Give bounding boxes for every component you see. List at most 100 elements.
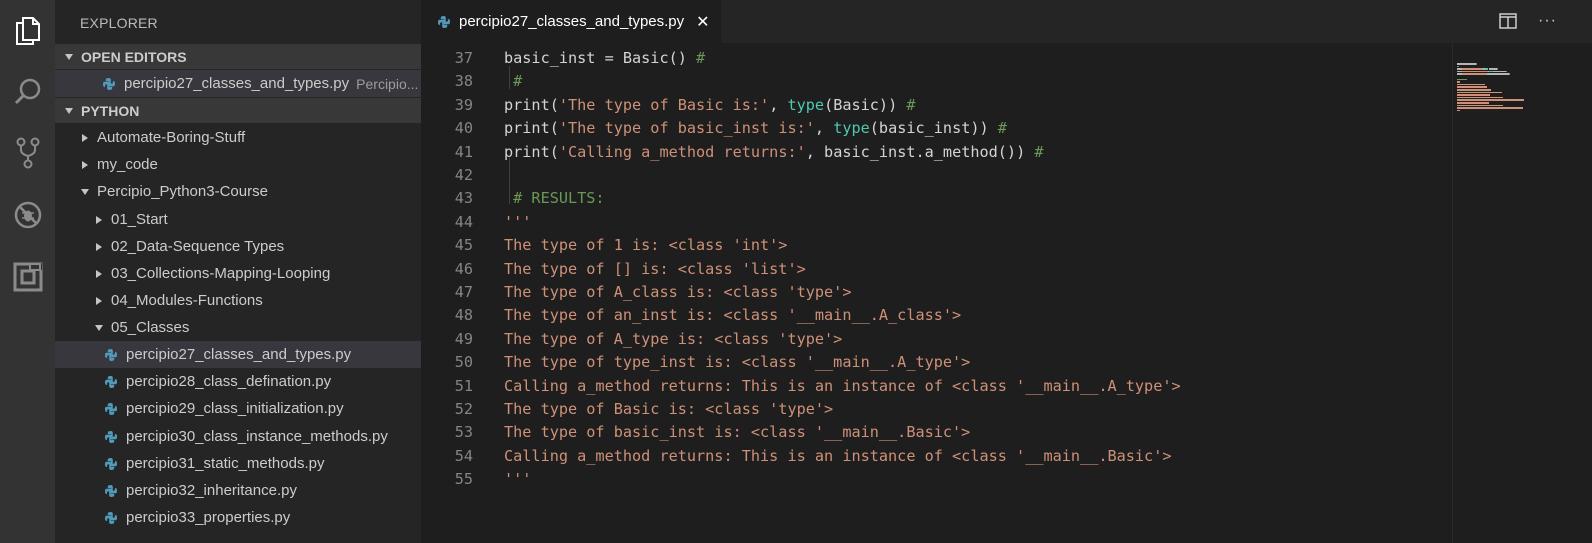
tree-file-percipio32[interactable]: percipio32_inheritance.py xyxy=(55,477,421,504)
code-text: ''' xyxy=(504,211,531,234)
split-editor-icon[interactable] xyxy=(1499,13,1517,29)
tree-item-01-start[interactable]: 01_Start xyxy=(55,206,421,233)
tree-file-percipio28[interactable]: percipio28_class_defination.py xyxy=(55,368,421,395)
tree-item-label: percipio29_class_initialization.py xyxy=(126,400,344,417)
code-editor[interactable]: 37 basic_inst = Basic() #38 #39 print('The… xyxy=(421,43,1452,543)
code-token: , basic_inst.a_method()) xyxy=(805,142,1035,161)
sidebar-title: EXPLORER xyxy=(80,15,158,31)
code-token: 'The type of basic_inst is:' xyxy=(558,119,815,138)
tree-item-04-modules[interactable]: 04_Modules-Functions xyxy=(55,287,421,314)
code-token: # xyxy=(696,49,706,67)
tree-item-05-classes[interactable]: 05_Classes xyxy=(55,314,421,341)
line-number: 38 xyxy=(454,72,473,91)
minimap-line xyxy=(1457,99,1524,101)
code-line[interactable]: 50 The type of type_inst is: <class '__ma… xyxy=(421,351,1452,374)
code-line[interactable]: 47 The type of A_class is: <class 'type'> xyxy=(421,281,1452,304)
minimap-line xyxy=(1457,83,1485,86)
tree-item-automate-boring-stuff[interactable]: Automate-Boring-Stuff xyxy=(55,124,421,151)
code-token: (basic_inst)) xyxy=(869,119,998,138)
code-token: The type of A_class is: <class 'type'> xyxy=(504,283,852,301)
explorer-sidebar: EXPLORER OPEN EDITORS percipio27_classes… xyxy=(55,0,421,543)
line-number: 39 xyxy=(454,95,473,114)
minimap-line xyxy=(1457,91,1502,94)
tree-item-percipio-course[interactable]: Percipio_Python3-Course xyxy=(55,178,421,205)
line-number: 46 xyxy=(454,259,473,278)
minimap-line xyxy=(1457,81,1460,83)
minimap-line xyxy=(1457,65,1459,68)
code-line[interactable]: 52 The type of Basic is: <class 'type'> xyxy=(421,398,1452,421)
code-line[interactable]: 51 Calling a_method returns: This is an i… xyxy=(421,375,1452,398)
tree-file-percipio30[interactable]: percipio30_class_instance_methods.py xyxy=(55,423,421,450)
chevron-right-icon xyxy=(79,159,91,171)
source-control-icon[interactable] xyxy=(0,128,55,178)
tree-file-percipio33[interactable]: percipio33_properties.py xyxy=(55,504,421,531)
code-line[interactable]: 48 The type of an_inst is: <class '__main… xyxy=(421,304,1452,327)
tree-item-label: 04_Modules-Functions xyxy=(111,292,263,309)
chevron-right-icon xyxy=(93,295,105,307)
code-line[interactable]: 39 print('The type of Basic is:', type(Ba… xyxy=(421,94,1452,117)
minimap-line xyxy=(1457,104,1503,107)
code-token: # xyxy=(504,72,523,91)
debug-icon[interactable] xyxy=(0,190,55,240)
code-line[interactable]: 45 The type of 1 is: <class 'int'> xyxy=(421,234,1452,257)
code-line[interactable]: 43 # RESULTS: xyxy=(421,187,1452,210)
line-number: 47 xyxy=(454,283,473,301)
line-number: 50 xyxy=(454,353,473,372)
code-line[interactable]: 38 # xyxy=(421,70,1452,93)
tree-file-percipio27[interactable]: percipio27_classes_and_types.py xyxy=(55,341,421,368)
code-line[interactable]: 40 print('The type of basic_inst is:', ty… xyxy=(421,117,1452,140)
minimap-line xyxy=(1505,70,1507,73)
code-line[interactable]: 42 xyxy=(421,164,1452,187)
close-icon[interactable]: ✕ xyxy=(696,12,709,32)
code-line[interactable]: 41 print('Calling a_method returns:', bas… xyxy=(421,141,1452,164)
line-number: 45 xyxy=(454,236,473,255)
chevron-right-icon xyxy=(93,268,105,280)
minimap-line xyxy=(1457,109,1460,112)
editor-tab[interactable]: percipio27_classes_and_types.py ✕ xyxy=(421,0,721,43)
tree-file-percipio31[interactable]: percipio31_static_methods.py xyxy=(55,450,421,477)
tree-item-03-collections[interactable]: 03_Collections-Mapping-Looping xyxy=(55,260,421,287)
editor-tab-bar: percipio27_classes_and_types.py ✕ xyxy=(421,0,1592,43)
code-line[interactable]: 46 The type of [] is: <class 'list'> xyxy=(421,258,1452,281)
code-line[interactable]: 53 The type of basic_inst is: <class '__m… xyxy=(421,421,1452,444)
tree-item-02-data-sequence[interactable]: 02_Data-Sequence Types xyxy=(55,233,421,260)
files-icon[interactable] xyxy=(0,5,55,55)
workspace-header[interactable]: PYTHON xyxy=(55,98,421,123)
open-editor-item[interactable]: percipio27_classes_and_types.py Percipio… xyxy=(55,70,421,97)
code-line[interactable]: 37 basic_inst = Basic() # xyxy=(421,47,1452,70)
workspace-label: PYTHON xyxy=(81,102,140,119)
minimap-line xyxy=(1457,78,1467,81)
minimap-line xyxy=(1488,68,1497,70)
minimap-line xyxy=(1475,63,1477,65)
code-token: (Basic)) xyxy=(824,95,907,114)
code-line[interactable]: 44 ''' xyxy=(421,211,1452,234)
activity-bar xyxy=(0,0,55,543)
line-number: 44 xyxy=(454,212,473,231)
minimap[interactable] xyxy=(1452,43,1592,543)
tree-file-percipio29[interactable]: percipio29_class_initialization.py xyxy=(55,395,421,422)
line-number: 52 xyxy=(454,400,473,418)
python-file-icon xyxy=(103,77,115,90)
chevron-down-icon xyxy=(57,53,81,60)
search-icon[interactable] xyxy=(0,67,55,117)
minimap-line xyxy=(1493,70,1506,73)
line-number: 49 xyxy=(454,329,473,348)
code-text: Calling a_method returns: This is an ins… xyxy=(504,445,1172,468)
code-line[interactable]: 49 The type of A_type is: <class 'type'> xyxy=(421,328,1452,351)
tree-item-label: 03_Collections-Mapping-Looping xyxy=(111,265,331,282)
line-number: 51 xyxy=(454,376,473,395)
python-file-icon xyxy=(105,484,117,497)
python-file-icon xyxy=(105,511,117,524)
line-number: 54 xyxy=(454,446,473,465)
minimap-line xyxy=(1462,73,1487,75)
extensions-icon[interactable] xyxy=(0,252,55,302)
code-text: print('The type of basic_inst is:', type… xyxy=(504,117,1007,140)
more-actions-icon[interactable]: ··· xyxy=(1538,12,1557,30)
minimap-line xyxy=(1462,68,1484,70)
tree-item-my-code[interactable]: my_code xyxy=(55,151,421,178)
code-line[interactable]: 54 Calling a_method returns: This is an i… xyxy=(421,445,1452,468)
code-token: 'Calling a_method returns:' xyxy=(558,142,806,161)
code-line[interactable]: 55 ''' xyxy=(421,468,1452,491)
open-editors-header[interactable]: OPEN EDITORS xyxy=(55,44,421,69)
python-file-icon xyxy=(438,15,450,28)
